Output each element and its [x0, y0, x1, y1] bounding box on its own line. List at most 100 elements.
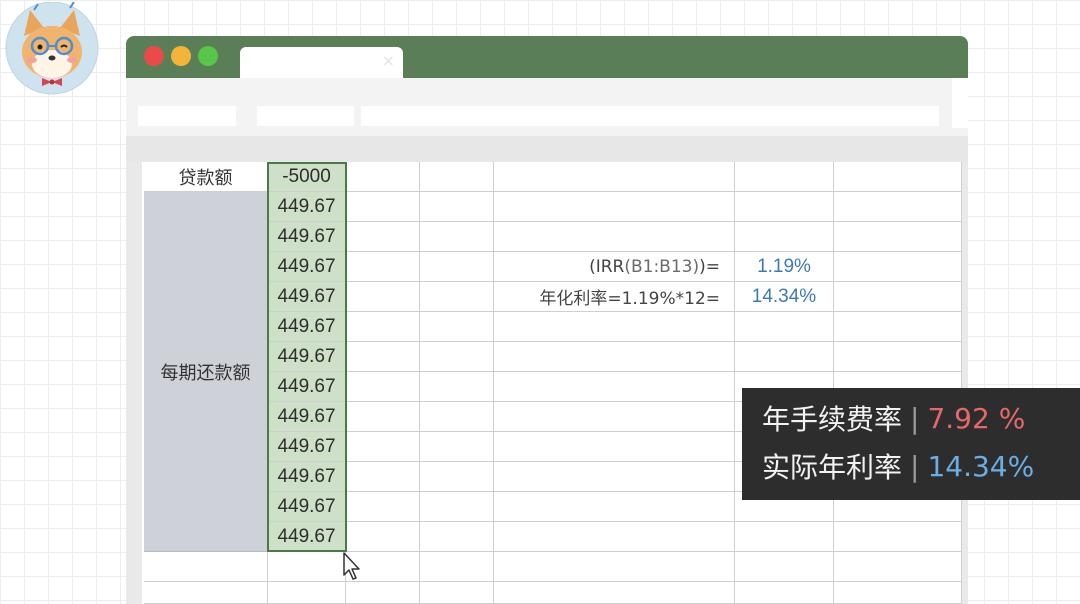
empty-cell[interactable]: [420, 162, 494, 192]
repayment-cell[interactable]: 449.67: [268, 432, 346, 462]
real-rate-row: 实际年利率 | 14.34%: [762, 446, 1034, 486]
repayment-cell[interactable]: 449.67: [268, 282, 346, 312]
name-box[interactable]: [138, 106, 236, 126]
tab-close-icon[interactable]: ×: [382, 51, 395, 70]
empty-cell[interactable]: [494, 582, 735, 604]
empty-cell[interactable]: [346, 162, 420, 192]
empty-cell[interactable]: [494, 522, 735, 552]
formula-bar[interactable]: [361, 106, 939, 126]
repayment-cell[interactable]: 449.67: [268, 402, 346, 432]
empty-cell[interactable]: [735, 222, 834, 252]
empty-cell[interactable]: [494, 222, 735, 252]
empty-cell[interactable]: [346, 402, 420, 432]
fee-rate-row: 年手续费率 | 7.92 %: [762, 398, 1025, 438]
empty-cell[interactable]: [346, 582, 420, 604]
empty-cell[interactable]: [420, 552, 494, 582]
empty-cell[interactable]: [346, 492, 420, 522]
empty-cell[interactable]: [268, 552, 346, 582]
repayment-cell[interactable]: 449.67: [268, 312, 346, 342]
empty-cell[interactable]: [420, 342, 494, 372]
empty-cell[interactable]: [144, 552, 268, 582]
repayment-cell[interactable]: 449.67: [268, 342, 346, 372]
divider: |: [910, 401, 920, 435]
maximize-window-button[interactable]: [198, 46, 218, 66]
sheet-grid: 贷款额 -5000 每期还款额 449.67 449.67 449.67 449…: [144, 162, 962, 604]
empty-cell[interactable]: [420, 372, 494, 402]
irr-value-cell[interactable]: 1.19%: [735, 252, 834, 282]
empty-cell[interactable]: [420, 582, 494, 604]
empty-cell[interactable]: [494, 312, 735, 342]
empty-cell[interactable]: [420, 282, 494, 312]
close-window-button[interactable]: [144, 46, 164, 66]
empty-cell[interactable]: [346, 192, 420, 222]
empty-cell[interactable]: [420, 402, 494, 432]
empty-cell[interactable]: [834, 582, 962, 604]
empty-cell[interactable]: [735, 552, 834, 582]
empty-cell[interactable]: [834, 522, 962, 552]
empty-cell[interactable]: [144, 582, 268, 604]
repayment-cell[interactable]: 449.67: [268, 372, 346, 402]
loan-value-cell[interactable]: -5000: [268, 162, 346, 192]
rate-comparison-callout: 年手续费率 | 7.92 % 实际年利率 | 14.34%: [742, 388, 1080, 500]
function-box[interactable]: [257, 106, 354, 126]
empty-cell[interactable]: [735, 162, 834, 192]
empty-cell[interactable]: [834, 282, 962, 312]
empty-cell[interactable]: [494, 162, 735, 192]
empty-cell[interactable]: [346, 342, 420, 372]
empty-cell[interactable]: [735, 192, 834, 222]
annual-rate-value-cell[interactable]: 14.34%: [735, 282, 834, 312]
empty-cell[interactable]: [346, 312, 420, 342]
empty-cell[interactable]: [494, 402, 735, 432]
empty-cell[interactable]: [735, 582, 834, 604]
empty-cell[interactable]: [420, 522, 494, 552]
repayment-cell[interactable]: 449.67: [268, 252, 346, 282]
empty-cell[interactable]: [494, 432, 735, 462]
empty-cell[interactable]: [494, 492, 735, 522]
repayment-cell[interactable]: 449.67: [268, 192, 346, 222]
repayment-cell[interactable]: 449.67: [268, 222, 346, 252]
empty-cell[interactable]: [346, 252, 420, 282]
empty-cell[interactable]: [834, 222, 962, 252]
empty-cell[interactable]: [346, 282, 420, 312]
empty-cell[interactable]: [420, 192, 494, 222]
annual-rate-formula-cell[interactable]: 年化利率=1.19%*12=: [494, 282, 735, 312]
irr-formula-args: (B1:B13): [624, 256, 700, 277]
empty-cell[interactable]: [420, 222, 494, 252]
empty-cell[interactable]: [494, 462, 735, 492]
empty-cell[interactable]: [346, 372, 420, 402]
empty-cell[interactable]: [420, 432, 494, 462]
real-rate-value: 14.34%: [927, 449, 1035, 483]
empty-cell[interactable]: [834, 312, 962, 342]
empty-cell[interactable]: [346, 432, 420, 462]
loan-label-cell[interactable]: 贷款额: [144, 162, 268, 192]
fee-rate-value: 7.92 %: [927, 401, 1026, 435]
empty-cell[interactable]: [834, 252, 962, 282]
empty-cell[interactable]: [834, 192, 962, 222]
empty-cell[interactable]: [735, 312, 834, 342]
empty-cell[interactable]: [346, 222, 420, 252]
empty-cell[interactable]: [735, 522, 834, 552]
empty-cell[interactable]: [346, 522, 420, 552]
empty-cell[interactable]: [346, 462, 420, 492]
empty-cell[interactable]: [268, 582, 346, 604]
empty-cell[interactable]: [420, 492, 494, 522]
empty-cell[interactable]: [735, 342, 834, 372]
repayment-label-cell[interactable]: 每期还款额: [144, 192, 268, 552]
empty-cell[interactable]: [834, 162, 962, 192]
repayment-cell[interactable]: 449.67: [268, 492, 346, 522]
empty-cell[interactable]: [420, 312, 494, 342]
empty-cell[interactable]: [834, 552, 962, 582]
empty-cell[interactable]: [494, 552, 735, 582]
minimize-window-button[interactable]: [171, 46, 191, 66]
empty-cell[interactable]: [494, 342, 735, 372]
empty-cell[interactable]: [420, 462, 494, 492]
empty-cell[interactable]: [494, 192, 735, 222]
vertical-scrollbar[interactable]: [962, 162, 968, 604]
irr-formula-cell[interactable]: (IRR (B1:B13))=: [494, 252, 735, 282]
repayment-cell[interactable]: 449.67: [268, 462, 346, 492]
empty-cell[interactable]: [494, 372, 735, 402]
repayment-cell[interactable]: 449.67: [268, 522, 346, 552]
empty-cell[interactable]: [834, 342, 962, 372]
empty-cell[interactable]: [420, 252, 494, 282]
active-tab[interactable]: ×: [240, 47, 403, 78]
